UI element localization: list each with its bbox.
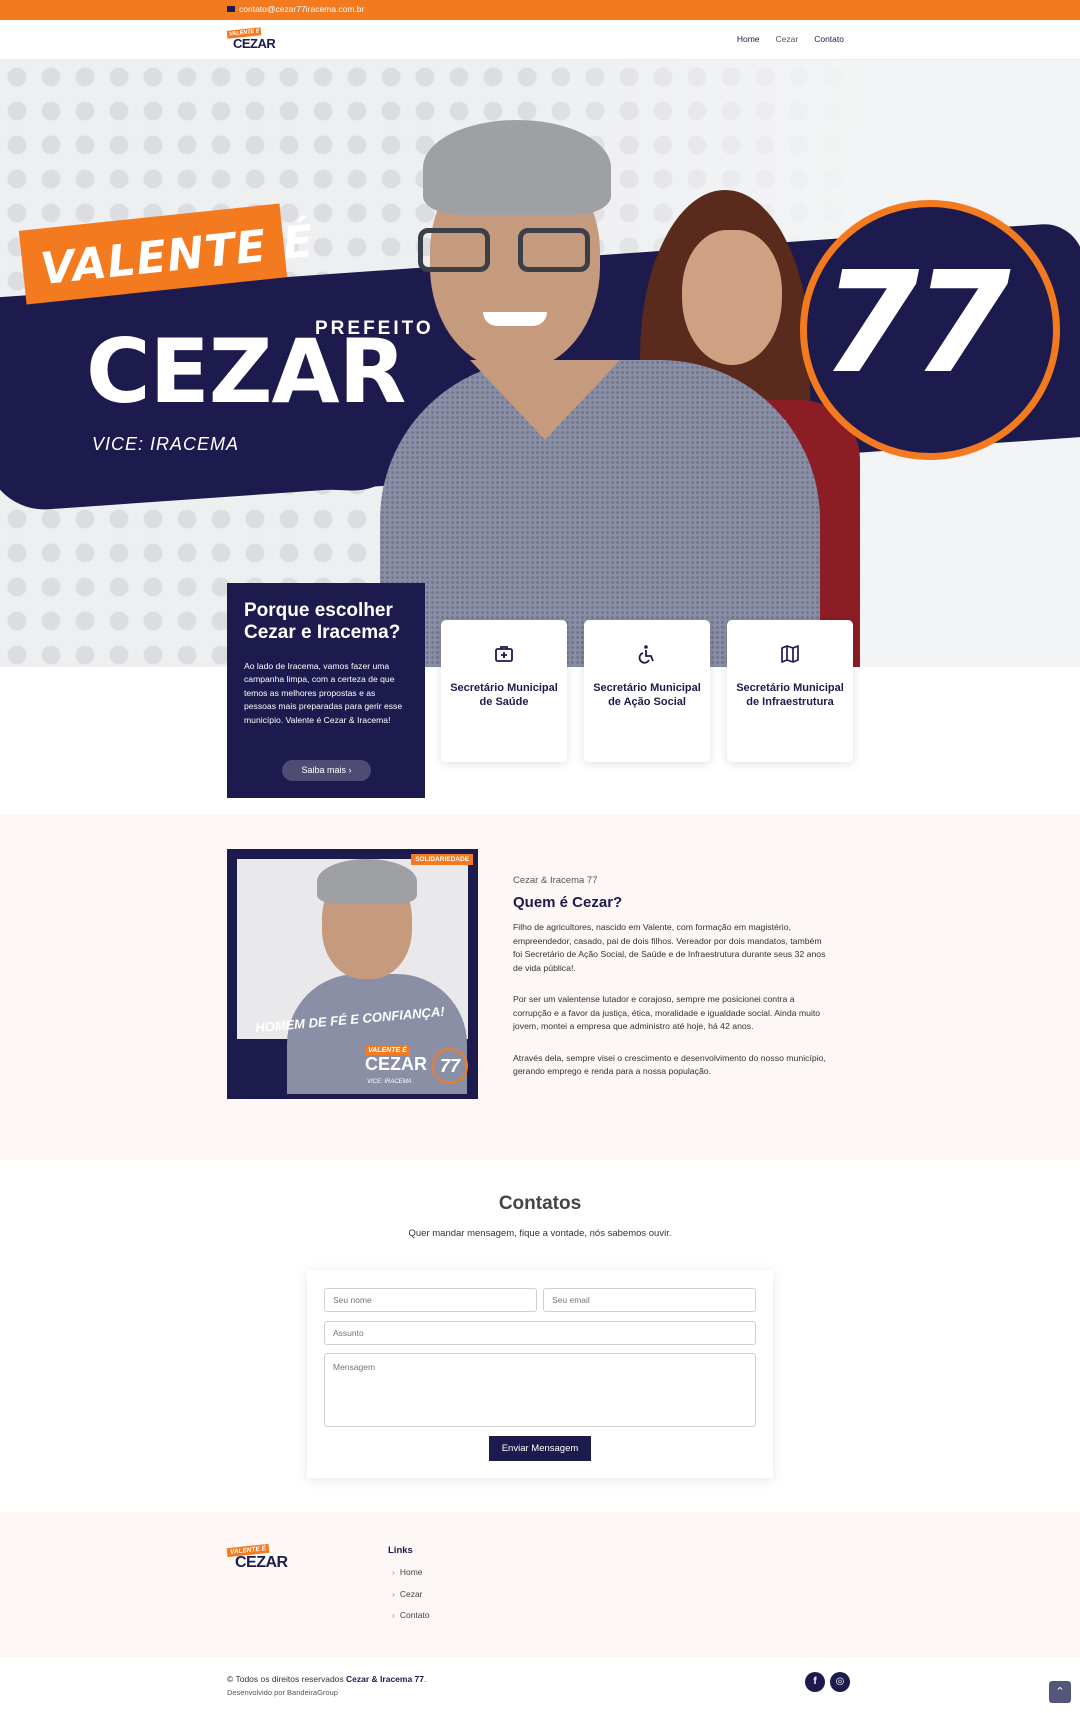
about-text: Cezar & Iracema 77 Quem é Cezar? Filho d…	[513, 875, 833, 1079]
about-eyebrow: Cezar & Iracema 77	[513, 875, 598, 886]
copyright-brand: Cezar & Iracema 77	[346, 1674, 424, 1684]
hero-banner: 77 VALENTE É PREFEITO CEZAR VICE: IRACEM…	[0, 60, 1080, 667]
contact-email[interactable]: contato@cezar77iracema.com.br	[227, 4, 364, 14]
medical-kit-icon	[495, 646, 513, 662]
footer-link-home[interactable]: › Home	[392, 1567, 423, 1577]
envelope-icon	[227, 6, 235, 12]
about-paragraph-1: Filho de agricultores, nascido em Valent…	[513, 922, 826, 973]
footer-link-home-label[interactable]: Home	[400, 1567, 423, 1577]
main-nav: Home Cezar Contato	[737, 34, 844, 44]
contacts-title: Contatos	[498, 1193, 582, 1214]
card-infraestrutura[interactable]: Secretário Municipal de Infraestrutura	[727, 620, 853, 762]
chevron-right-icon: ›	[392, 1610, 395, 1620]
footer-link-cezar[interactable]: › Cezar	[392, 1589, 423, 1599]
card-acao-social[interactable]: Secretário Municipal de Ação Social	[584, 620, 710, 762]
vice-candidate-face	[682, 230, 782, 365]
logo-name: CEZAR	[233, 36, 276, 51]
nav-contato[interactable]: Contato	[814, 34, 844, 44]
card-saude-label: Secretário Municipal de Saúde	[450, 682, 558, 708]
footer-link-cezar-label[interactable]: Cezar	[400, 1589, 423, 1599]
message-field[interactable]	[324, 1353, 756, 1427]
email-field[interactable]	[543, 1288, 756, 1312]
subject-field[interactable]	[324, 1321, 756, 1345]
about-paragraph-2: Por ser um valentense lutador e corajoso…	[513, 994, 821, 1031]
saiba-mais-button[interactable]: Saiba mais ›	[282, 760, 371, 781]
footer-bottom-bar	[0, 1657, 1080, 1713]
copyright: © Todos os direitos reservados Cezar & I…	[227, 1674, 426, 1684]
vice-label: VICE: IRACEMA	[92, 434, 240, 454]
photo-logo-number: 77	[432, 1048, 468, 1084]
send-message-button[interactable]: Enviar Mensagem	[489, 1436, 591, 1461]
card-saude[interactable]: Secretário Municipal de Saúde	[441, 620, 567, 762]
footer-links-title: Links	[388, 1545, 413, 1556]
chevron-right-icon: ›	[392, 1589, 395, 1599]
contact-email-text[interactable]: contato@cezar77iracema.com.br	[239, 4, 364, 14]
nav-cezar[interactable]: Cezar	[776, 34, 799, 44]
name-field[interactable]	[324, 1288, 537, 1312]
nav-home[interactable]: Home	[737, 34, 760, 44]
candidate-glasses	[418, 228, 594, 274]
site-header: VALENTE É CEZAR Home Cezar Contato	[0, 20, 1080, 60]
wheelchair-icon	[638, 645, 654, 664]
candidate-smile	[483, 312, 547, 326]
map-icon	[781, 645, 799, 663]
site-logo[interactable]: VALENTE É CEZAR	[226, 27, 277, 51]
why-title: Porque escolher Cezar e Iracema?	[244, 600, 401, 643]
candidate-number: 77	[822, 242, 1011, 405]
facebook-icon[interactable]: f	[805, 1672, 825, 1692]
chevron-right-icon: ›	[392, 1567, 395, 1577]
candidate-hair	[423, 120, 611, 215]
site-footer	[0, 1512, 1080, 1657]
footer-logo-name: CEZAR	[235, 1554, 288, 1571]
copyright-prefix: © Todos os direitos reservados	[227, 1674, 347, 1684]
developer-credit: Desenvolvido por BandeiraGroup	[227, 1688, 338, 1697]
party-tag: SOLIDARIEDADE	[411, 854, 473, 865]
candidate-name: CEZAR	[86, 320, 406, 423]
about-photo: SOLIDARIEDADE HOMEM DE FÉ E CONFIANÇA! V…	[227, 849, 478, 1099]
about-photo-hair	[317, 859, 417, 904]
developer-prefix: Desenvolvido por	[227, 1688, 288, 1697]
developer-name[interactable]: BandeiraGroup	[287, 1688, 338, 1697]
footer-logo[interactable]: VALENTE É CEZAR	[226, 1543, 289, 1572]
copyright-suffix: .	[424, 1674, 427, 1684]
instagram-icon[interactable]: ◎	[830, 1672, 850, 1692]
top-bar: contato@cezar77iracema.com.br	[0, 0, 1080, 20]
back-to-top-icon[interactable]: ⌃	[1049, 1681, 1071, 1703]
footer-link-contato-label[interactable]: Contato	[400, 1610, 430, 1620]
card-infraestrutura-label: Secretário Municipal de Infraestrutura	[736, 682, 844, 708]
photo-logo-name: CEZAR	[365, 1054, 427, 1074]
about-title: Quem é Cezar?	[513, 894, 623, 911]
why-text: Ao lado de Iracema, vamos fazer uma camp…	[244, 661, 403, 725]
contacts-subtitle: Quer mandar mensagem, fique a vontade, n…	[408, 1228, 672, 1239]
why-choose-box: Porque escolher Cezar e Iracema? Ao lado…	[227, 583, 425, 798]
card-acao-social-label: Secretário Municipal de Ação Social	[593, 682, 701, 708]
footer-link-contato[interactable]: › Contato	[392, 1610, 430, 1620]
about-paragraph-3: Através dela, sempre visei o crescimento…	[513, 1052, 826, 1077]
photo-logo-vice: VICE: IRACEMA	[367, 1079, 412, 1085]
